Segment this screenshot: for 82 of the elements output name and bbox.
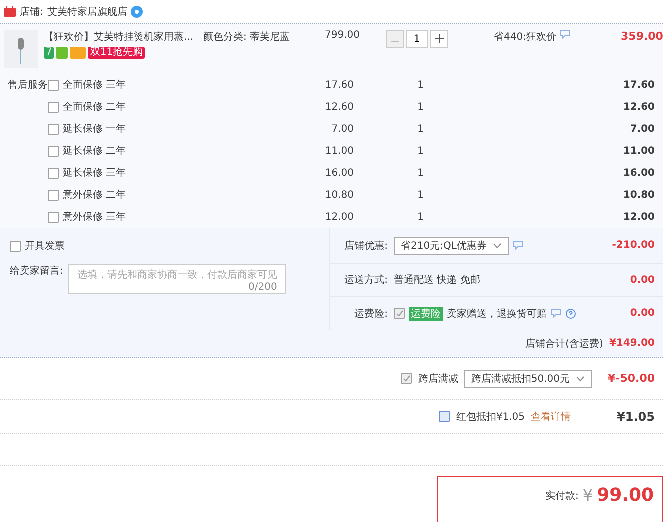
product-title[interactable]: 【狂欢价】艾芙特挂烫机家用蒸... — [44, 30, 194, 44]
store-total-amount: ¥149.00 — [609, 338, 655, 349]
shipping-amount: 0.00 — [630, 274, 655, 286]
insurance-text: 卖家赠送，退换货可赔 — [447, 308, 547, 320]
service-price: 11.00 — [324, 146, 354, 156]
service-name: 全面保修 三年 — [63, 79, 126, 92]
cross-store-label: 跨店满减 — [418, 372, 458, 386]
store-name[interactable]: 艾芙特家居旗舰店 — [47, 4, 128, 18]
service-name: 延长保修 二年 — [63, 144, 126, 158]
item-total: 359.00 — [621, 30, 663, 43]
store-label: 店铺: — [20, 6, 44, 18]
shipping-method: 普通配送 快递 免邮 — [394, 274, 482, 287]
insurance-amount: 0.00 — [630, 308, 655, 319]
insurance-tag: 运费险 — [409, 306, 443, 320]
caret-icon — [492, 242, 502, 248]
service-price: 17.60 — [324, 80, 354, 90]
checkbox[interactable] — [394, 308, 405, 319]
message-field[interactable]: 选填，请先和商家协商一致，付款后商家可见 0/200 — [68, 264, 286, 294]
promo-text: 省440:狂欢价 — [494, 30, 556, 44]
service-total: 10.80 — [623, 190, 655, 200]
shipping-label: 运送方式: — [344, 274, 388, 287]
checkbox[interactable] — [48, 146, 59, 156]
service-price: 10.80 — [324, 190, 354, 200]
checkbox[interactable] — [10, 240, 21, 252]
checkbox[interactable] — [48, 190, 59, 200]
product-spec: 颜色分类: 蒂芙尼蓝 — [204, 30, 290, 44]
service-name: 意外保修 二年 — [63, 188, 126, 202]
service-label: 售后服务 — [8, 80, 48, 91]
discount-amount: -210.00 — [612, 240, 655, 251]
message-label: 给卖家留言: — [10, 264, 64, 279]
checkbox[interactable] — [48, 102, 59, 112]
shop-icon — [4, 6, 16, 17]
service-total: 12.60 — [623, 102, 655, 112]
help-icon[interactable] — [566, 308, 576, 318]
checkbox[interactable] — [48, 80, 59, 90]
service-name: 意外保修 三年 — [63, 210, 126, 224]
service-price: 12.00 — [324, 212, 354, 222]
plus-icon — [434, 34, 444, 43]
service-name: 全面保修 二年 — [63, 101, 126, 114]
service-name: 延长保修 三年 — [63, 166, 126, 180]
service-total: 11.00 — [623, 146, 655, 156]
checkbox[interactable] — [48, 124, 59, 134]
service-quantity: 1 — [416, 168, 424, 178]
service-total: 7.00 — [630, 124, 655, 134]
quantity-field[interactable]: 1 — [406, 30, 428, 48]
service-badge: 7 — [44, 47, 54, 59]
service-price: 16.00 — [324, 168, 354, 178]
caret-icon — [576, 376, 585, 382]
promo-badge: 双11抢先购 — [88, 47, 146, 59]
product-image[interactable] — [4, 30, 38, 68]
coupon-select[interactable]: 省210元:QL优惠券 — [394, 236, 509, 254]
service-quantity: 1 — [416, 80, 424, 90]
service-total: 12.00 — [623, 212, 655, 222]
service-quantity: 1 — [416, 102, 424, 112]
details-link[interactable]: 查看详情 — [531, 410, 572, 424]
service-price: 12.60 — [324, 102, 354, 112]
minus-icon — [391, 41, 399, 43]
service-name: 延长保修 一年 — [63, 122, 126, 136]
service-quantity: 1 — [416, 146, 424, 156]
cross-store-amount: ¥-50.00 — [608, 372, 655, 385]
checkbox[interactable] — [401, 373, 412, 384]
store-total-label: 店铺合计(含运费) — [526, 338, 604, 350]
service-total: 16.00 — [623, 168, 655, 178]
service-price: 7.00 — [330, 124, 354, 134]
service-quantity: 1 — [416, 190, 424, 200]
service-quantity: 1 — [416, 124, 424, 134]
discount-label: 店铺优惠: — [344, 240, 388, 252]
checkbox[interactable] — [48, 212, 59, 222]
currency-symbol: ¥ — [582, 486, 594, 505]
unit-price: 799.00 — [324, 30, 361, 43]
payment-amount: 99.00 — [597, 485, 654, 506]
checkbox[interactable] — [48, 168, 59, 178]
checkbox[interactable] — [439, 411, 450, 422]
service-quantity: 1 — [416, 212, 424, 222]
coupon-deduction-amount: ¥1.05 — [617, 410, 655, 424]
coupon-deduction-label: 红包抵扣¥1.05 — [456, 410, 526, 424]
service-total: 17.60 — [623, 80, 655, 90]
payment-label: 实付款: — [546, 490, 579, 502]
insurance-label: 运费险: — [354, 308, 388, 320]
invoice-label: 开具发票 — [25, 240, 65, 253]
plus-button[interactable] — [430, 30, 448, 48]
cross-store-select[interactable]: 跨店满减抵扣50.00元 — [464, 370, 592, 388]
